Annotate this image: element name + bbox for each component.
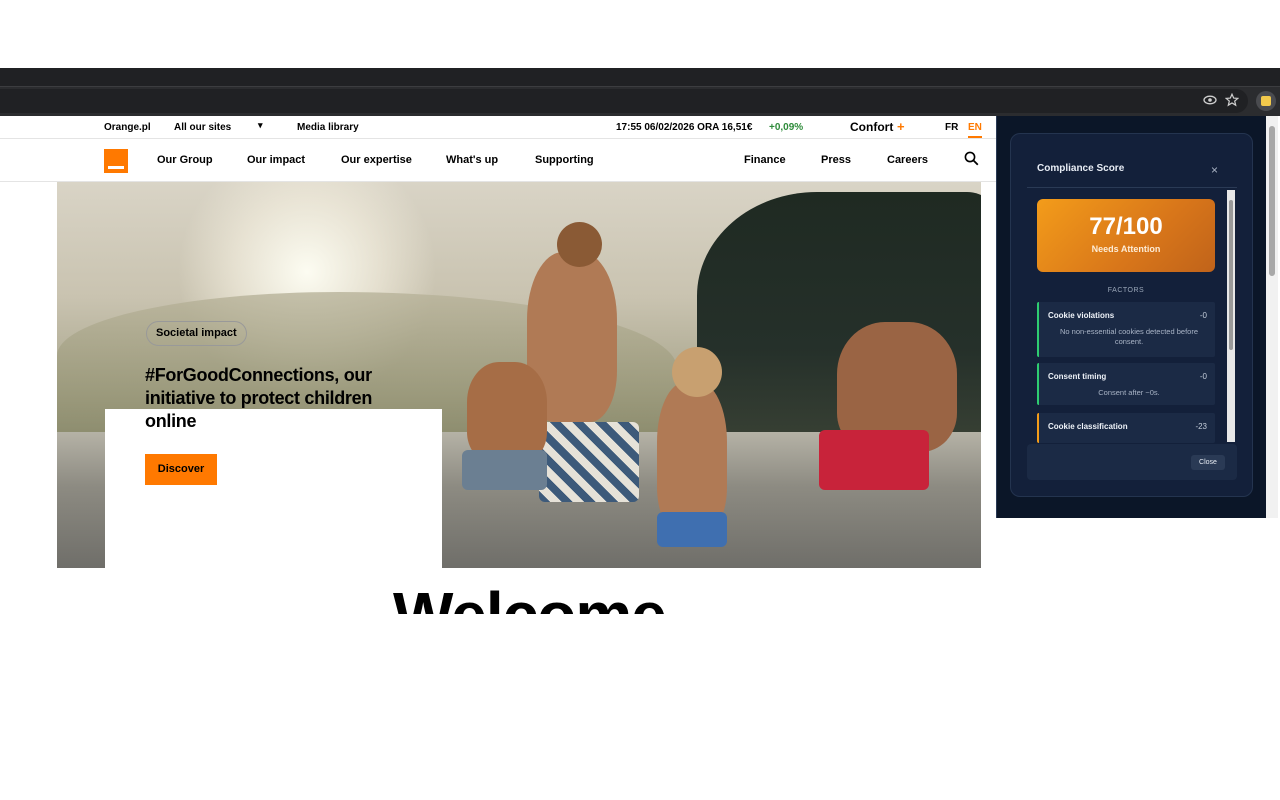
- extension-icon[interactable]: [1256, 91, 1276, 111]
- nav-item-our-expertise[interactable]: Our expertise: [341, 154, 412, 166]
- nav-item-our-impact[interactable]: Our impact: [247, 154, 305, 166]
- factor-item: Cookie classification -23: [1037, 413, 1215, 443]
- plus-icon: +: [897, 119, 905, 134]
- eye-icon[interactable]: [1202, 93, 1218, 109]
- address-bar[interactable]: [0, 89, 1248, 113]
- search-icon[interactable]: [964, 151, 979, 169]
- factor-item: Consent timing -0 Consent after ~0s.: [1037, 363, 1215, 405]
- close-icon[interactable]: ×: [1211, 163, 1218, 177]
- star-icon[interactable]: [1224, 92, 1240, 109]
- lang-en[interactable]: EN: [968, 122, 982, 138]
- chevron-down-icon[interactable]: ▾: [258, 120, 263, 131]
- factor-value: -0: [1199, 311, 1207, 320]
- hero-headline: #ForGoodConnections, our initiative to p…: [145, 365, 373, 431]
- panel-title: Compliance Score: [1037, 163, 1125, 174]
- orange-logo[interactable]: [104, 149, 128, 173]
- browser-tabstrip: [0, 68, 1280, 86]
- panel-scrollbar[interactable]: [1227, 190, 1235, 442]
- nav-item-our-group[interactable]: Our Group: [157, 154, 213, 166]
- nav-item-supporting[interactable]: Supporting: [535, 154, 594, 166]
- popup-scrollbar[interactable]: [1266, 116, 1278, 518]
- factor-desc: Consent after ~0s.: [1098, 388, 1160, 397]
- all-sites-dropdown[interactable]: All our sites: [174, 122, 231, 133]
- factors-label: FACTORS: [1107, 287, 1145, 294]
- score-status: Needs Attention: [1091, 244, 1161, 254]
- hero-card: [105, 409, 442, 569]
- score-value: 77/100: [1089, 213, 1163, 240]
- divider: [1027, 187, 1237, 188]
- factor-item: Cookie violations -0 No non-essential co…: [1037, 302, 1215, 357]
- nav-item-press[interactable]: Press: [821, 154, 851, 166]
- confort-link[interactable]: Confort: [850, 120, 893, 134]
- stock-change: +0,09%: [769, 122, 804, 133]
- orange-pl-link[interactable]: Orange.pl: [104, 122, 151, 133]
- nav-item-whats-up[interactable]: What's up: [446, 154, 498, 166]
- factor-value: -0: [1199, 372, 1207, 381]
- website: Orange.pl All our sites ▾ Media library …: [0, 116, 996, 800]
- nav-item-careers[interactable]: Careers: [887, 154, 928, 166]
- factor-desc: No non-essential cookies detected before…: [1059, 327, 1198, 346]
- stock-ticker: 17:55 06/02/2026 ORA 16,51€: [616, 122, 753, 133]
- close-button[interactable]: Close: [1191, 455, 1225, 470]
- factor-name: Consent timing: [1048, 372, 1107, 381]
- main-nav: Our Group Our impact Our expertise What'…: [0, 139, 996, 182]
- factor-name: Cookie classification: [1048, 422, 1128, 431]
- score-card: 77/100 Needs Attention: [1037, 199, 1215, 272]
- factor-name: Cookie violations: [1048, 311, 1115, 320]
- factor-value: -23: [1195, 422, 1207, 431]
- category-badge[interactable]: Societal impact: [146, 321, 247, 346]
- nav-item-finance[interactable]: Finance: [744, 154, 786, 166]
- media-library-link[interactable]: Media library: [297, 122, 359, 133]
- lang-fr[interactable]: FR: [945, 122, 958, 133]
- utility-bar: Orange.pl All our sites ▾ Media library …: [0, 116, 996, 139]
- discover-button[interactable]: Discover: [145, 454, 217, 485]
